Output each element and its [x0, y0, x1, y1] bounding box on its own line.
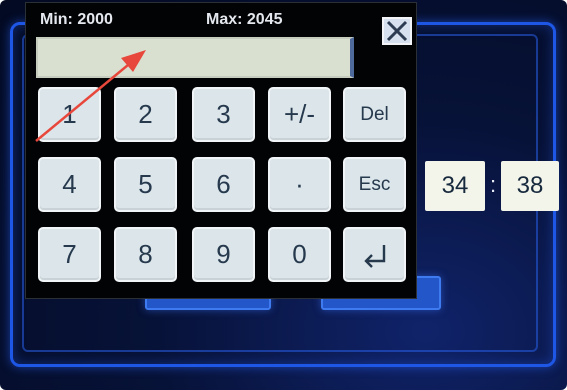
key-decimal[interactable]: ·	[268, 157, 331, 212]
key-6[interactable]: 6	[192, 157, 255, 212]
minutes-field[interactable]: 38	[501, 161, 559, 211]
key-enter[interactable]	[343, 227, 406, 282]
key-sign[interactable]: +/-	[268, 87, 331, 142]
key-delete[interactable]: Del	[343, 87, 406, 142]
value-entry-field[interactable]	[36, 37, 354, 78]
key-4[interactable]: 4	[38, 157, 101, 212]
key-1[interactable]: 1	[38, 87, 101, 142]
close-x-icon	[386, 20, 408, 42]
enter-return-icon	[363, 245, 385, 268]
key-9[interactable]: 9	[192, 227, 255, 282]
min-label: Min: 2000	[40, 11, 113, 28]
max-label: Max: 2045	[206, 11, 283, 28]
numeric-keypad-popup: Min: 2000 Max: 2045 1 2 3 +/- Del 4 5 6 …	[25, 2, 417, 299]
key-5[interactable]: 5	[114, 157, 177, 212]
key-8[interactable]: 8	[114, 227, 177, 282]
key-3[interactable]: 3	[192, 87, 255, 142]
key-7[interactable]: 7	[38, 227, 101, 282]
key-0[interactable]: 0	[268, 227, 331, 282]
time-separator: :	[489, 172, 497, 197]
close-button[interactable]	[382, 17, 412, 45]
hours-field[interactable]: 34	[425, 161, 485, 211]
key-2[interactable]: 2	[114, 87, 177, 142]
key-escape[interactable]: Esc	[343, 157, 406, 212]
